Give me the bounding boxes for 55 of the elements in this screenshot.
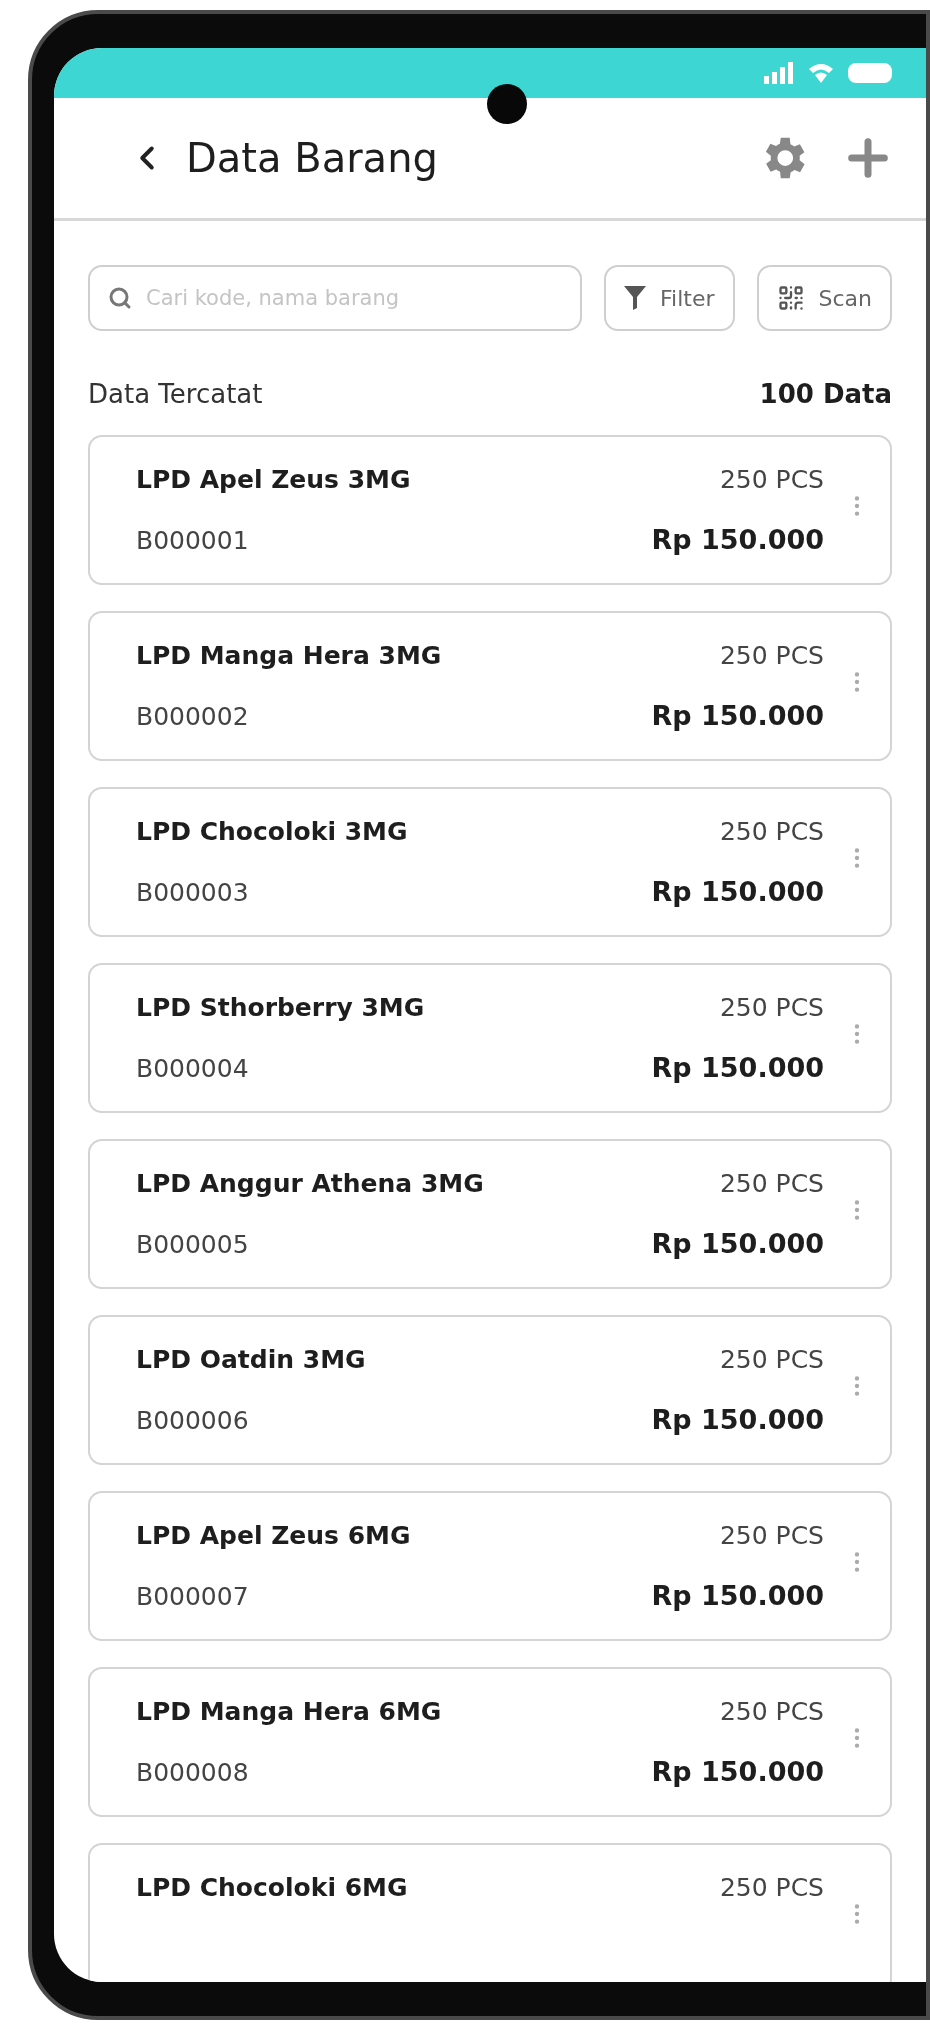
item-quantity: 250 PCS	[719, 641, 824, 670]
item-card[interactable]: LPD Oatdin 3MG 250 PCS B000006 Rp 150.000	[88, 1315, 892, 1465]
item-price: Rp 150.000	[651, 1756, 824, 1787]
search-field[interactable]: Cari kode, nama barang	[88, 265, 582, 331]
item-name: LPD Apel Zeus 3MG	[136, 465, 411, 494]
item-name: LPD Apel Zeus 6MG	[136, 1521, 411, 1550]
qr-code-icon	[776, 284, 805, 312]
item-quantity: 250 PCS	[719, 1345, 824, 1374]
item-name: LPD Manga Hera 3MG	[136, 641, 442, 670]
records-count: 100 Data	[759, 379, 892, 409]
item-code: B000006	[136, 1406, 249, 1435]
item-card[interactable]: LPD Chocoloki 6MG 250 PCS	[88, 1843, 892, 1982]
item-quantity: 250 PCS	[719, 993, 824, 1022]
item-quantity: 250 PCS	[719, 1521, 824, 1550]
item-name: LPD Chocoloki 3MG	[136, 817, 408, 846]
item-name: LPD Anggur Athena 3MG	[136, 1169, 484, 1198]
item-price: Rp 150.000	[651, 700, 824, 731]
wifi-icon	[808, 62, 834, 84]
item-quantity: 250 PCS	[719, 817, 824, 846]
item-quantity: 250 PCS	[719, 1169, 824, 1198]
item-card[interactable]: LPD Manga Hera 6MG 250 PCS B000008 Rp 150.000	[88, 1667, 892, 1817]
item-price: Rp 150.000	[651, 1580, 824, 1611]
item-name: LPD Oatdin 3MG	[136, 1345, 366, 1374]
item-name: LPD Sthorberry 3MG	[136, 993, 425, 1022]
item-card[interactable]: LPD Sthorberry 3MG 250 PCS B000004 Rp 150.000	[88, 963, 892, 1113]
signal-icon	[764, 62, 794, 84]
battery-icon	[848, 63, 892, 83]
item-name: LPD Chocoloki 6MG	[136, 1873, 408, 1902]
item-quantity: 250 PCS	[719, 1697, 824, 1726]
filter-button[interactable]: Filter	[604, 265, 735, 331]
item-code: B000007	[136, 1582, 249, 1611]
item-price: Rp 150.000	[651, 876, 824, 907]
item-code: B000008	[136, 1758, 249, 1787]
item-code: B000001	[136, 526, 249, 555]
filter-icon	[624, 286, 646, 310]
item-code: B000003	[136, 878, 249, 907]
item-price: Rp 150.000	[651, 524, 824, 555]
page-title: Data Barang	[186, 135, 439, 181]
item-price: Rp 150.000	[651, 1228, 824, 1259]
item-code: B000002	[136, 702, 249, 731]
item-card[interactable]: LPD Apel Zeus 3MG 250 PCS B000001 Rp 150.000	[88, 435, 892, 585]
records-label: Data Tercatat	[88, 379, 263, 409]
search-icon	[108, 286, 132, 310]
item-price: Rp 150.000	[651, 1052, 824, 1083]
item-quantity: 250 PCS	[719, 1873, 824, 1902]
item-name: LPD Manga Hera 6MG	[136, 1697, 442, 1726]
item-card[interactable]: LPD Manga Hera 3MG 250 PCS B000002 Rp 150.000	[88, 611, 892, 761]
item-quantity: 250 PCS	[719, 465, 824, 494]
item-card[interactable]: LPD Chocoloki 3MG 250 PCS B000003 Rp 150.000	[88, 787, 892, 937]
item-card[interactable]: LPD Apel Zeus 6MG 250 PCS B000007 Rp 150.000	[88, 1491, 892, 1641]
item-code: B000004	[136, 1054, 249, 1083]
item-code: B000005	[136, 1230, 249, 1259]
item-card[interactable]: LPD Anggur Athena 3MG 250 PCS B000005 Rp 150.000	[88, 1139, 892, 1289]
scan-button[interactable]: Scan	[756, 265, 892, 331]
item-price: Rp 150.000	[651, 1404, 824, 1435]
